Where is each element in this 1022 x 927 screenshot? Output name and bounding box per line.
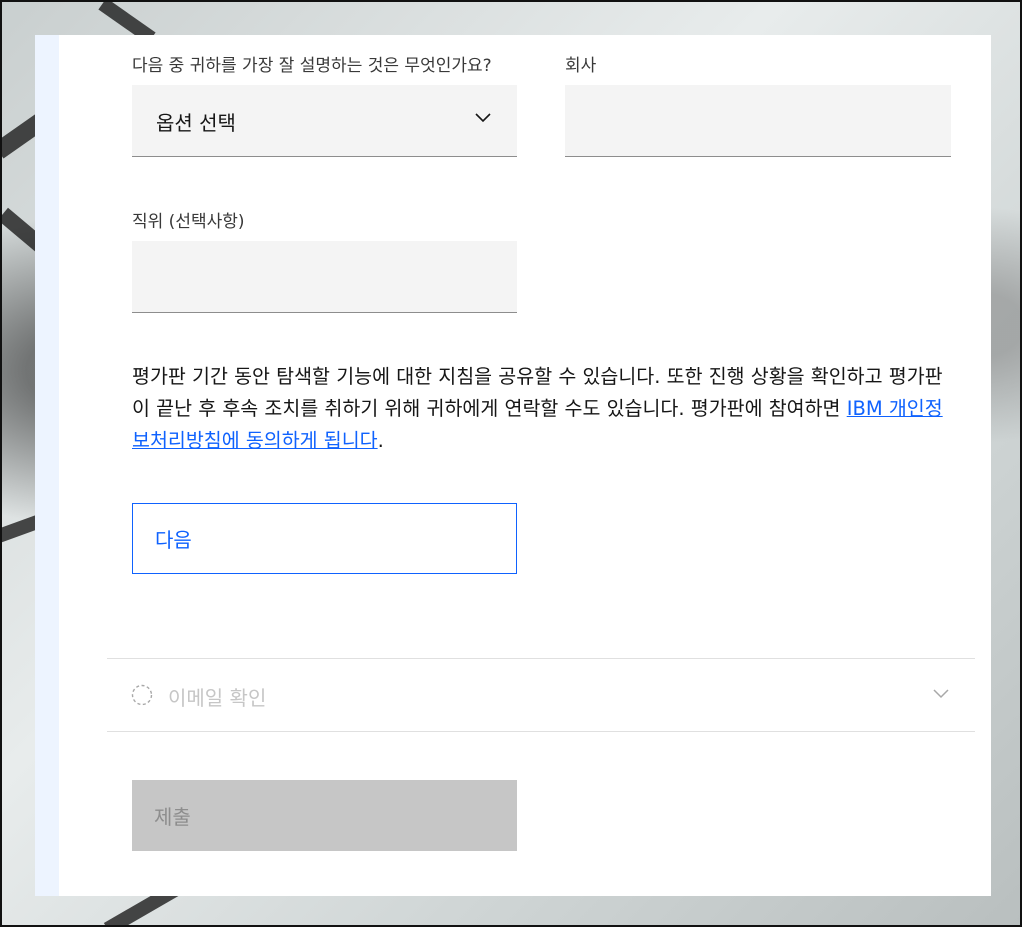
job-title-label: 직위 (선택사항) (132, 212, 245, 232)
privacy-notice-text: 평가판 기간 동안 탐색할 기능에 대한 지침을 공유할 수 있습니다. 또한 … (132, 365, 943, 420)
background-frame: 다음 중 귀하를 가장 잘 설명하는 것은 무엇인가요? 옵션 선택 회사 직위… (0, 0, 1022, 927)
email-step-label: 이메일 확인 (168, 686, 267, 710)
trial-signup-form: 다음 중 귀하를 가장 잘 설명하는 것은 무엇인가요? 옵션 선택 회사 직위… (35, 35, 991, 896)
chevron-down-icon (475, 113, 491, 123)
divider (107, 731, 975, 732)
chevron-down-icon (933, 689, 949, 699)
dashed-circle-icon (131, 684, 153, 706)
email-verification-step[interactable]: 이메일 확인 (107, 659, 975, 731)
company-label: 회사 (565, 56, 597, 76)
privacy-notice: 평가판 기간 동안 탐색할 기능에 대한 지침을 공유할 수 있습니다. 또한 … (132, 361, 944, 457)
company-input[interactable] (565, 85, 951, 157)
job-title-input[interactable] (132, 241, 517, 313)
submit-button[interactable]: 제출 (132, 780, 517, 851)
role-select-value: 옵션 선택 (156, 111, 236, 135)
next-button[interactable]: 다음 (132, 503, 517, 574)
role-select[interactable]: 옵션 선택 (132, 85, 517, 157)
card-accent-strip (35, 35, 59, 896)
role-question-label: 다음 중 귀하를 가장 잘 설명하는 것은 무엇인가요? (132, 56, 492, 76)
privacy-notice-end: . (377, 429, 384, 452)
